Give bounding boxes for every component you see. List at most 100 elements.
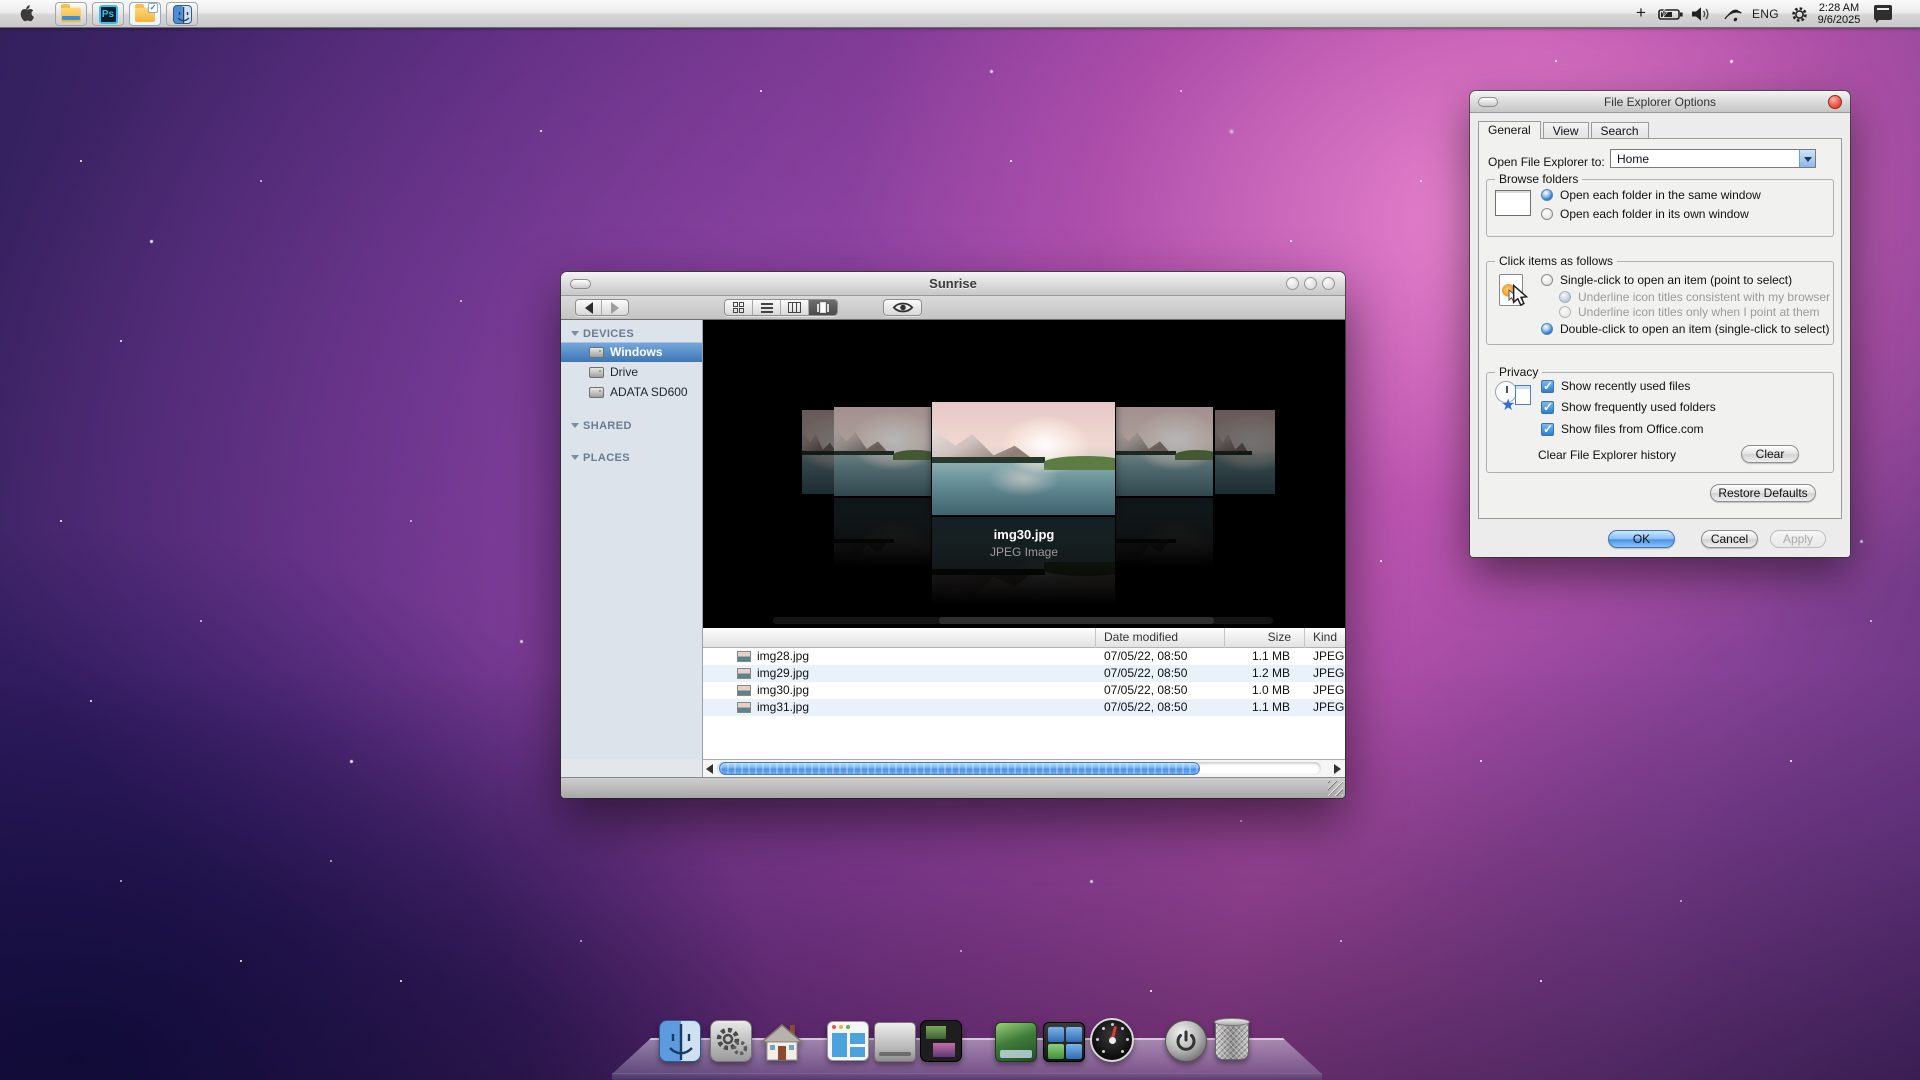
icon-view-button[interactable] [725,300,753,315]
ok-button[interactable]: OK [1608,530,1675,548]
apply-button[interactable]: Apply [1770,530,1826,548]
settings-gear-icon[interactable] [1790,5,1809,29]
coverflow-view-button[interactable] [809,300,837,315]
sidebar-item-label: ADATA SD600 [610,385,688,399]
sidebar-item-drive[interactable]: Drive [561,362,702,382]
dock-media-gallery-icon[interactable] [920,1020,962,1062]
back-button[interactable] [576,300,602,315]
finder-titlebar[interactable]: Sunrise [561,272,1345,296]
coverflow-file-kind: JPEG Image [703,545,1345,559]
sidebar-item-windows[interactable]: Windows [561,342,702,362]
column-header-kind[interactable]: Kind [1305,628,1345,648]
cancel-button[interactable]: Cancel [1701,530,1758,548]
dock-hard-drive-icon[interactable] [874,1022,916,1062]
checkbox-checked-icon[interactable] [1541,423,1554,436]
taskbar-photoshop-button[interactable]: Ps [92,2,124,26]
wifi-icon[interactable] [1722,7,1745,27]
taskbar-explorer-window-button[interactable]: ✓ [129,2,161,26]
notification-icon[interactable] [1874,5,1892,20]
file-name: img29.jpg [757,665,809,682]
plus-icon[interactable]: + [1636,3,1646,23]
file-row-img30[interactable]: img30.jpg 07/05/22, 08:50 1.0 MB JPEG [703,682,1345,699]
dock-dashboard-gauge-icon[interactable] [1090,1018,1134,1062]
dialog-titlebar[interactable]: File Explorer Options [1470,91,1850,113]
option-label: Underline icon titles only when I point … [1578,305,1819,319]
option-double-click[interactable]: Double-click to open an item (single-cli… [1541,322,1829,336]
file-name: img30.jpg [757,682,809,699]
clear-button[interactable]: Clear [1741,445,1799,463]
column-view-button[interactable] [781,300,809,315]
sidebar-section-places[interactable]: PLACES [571,452,702,464]
column-header-date-modified[interactable]: Date modified [1096,628,1225,648]
option-same-window[interactable]: Open each folder in the same window [1541,188,1761,202]
dock-app-tiles-icon[interactable] [1043,1022,1085,1062]
dock-home-icon[interactable] [760,1022,804,1067]
sidebar-section-shared[interactable]: SHARED [571,420,702,432]
scroll-right-arrow[interactable] [1334,764,1341,774]
checkbox-checked-icon[interactable] [1541,380,1554,393]
tab-general[interactable]: General [1478,121,1541,139]
forward-button[interactable] [602,300,628,315]
coverflow-item-left[interactable] [834,407,931,496]
resize-grip[interactable] [1328,781,1343,796]
taskbar-file-explorer-button[interactable] [55,2,87,26]
navigation-buttons [575,299,629,316]
checkbox-checked-icon[interactable] [1541,401,1554,414]
dock-power-icon[interactable] [1165,1020,1207,1062]
column-header-name[interactable] [703,628,1096,648]
column-header-size[interactable]: Size [1225,628,1305,648]
coverflow-item-far-right[interactable] [1215,410,1275,494]
dock-window-manager-icon[interactable] [827,1021,869,1061]
sidebar-item-adata-sd600[interactable]: ADATA SD600 [561,382,702,402]
file-row-img31[interactable]: img31.jpg 07/05/22, 08:50 1.1 MB JPEG [703,699,1345,716]
quick-look-button[interactable] [883,299,922,316]
zoom-button[interactable] [1322,277,1335,290]
dialog-title: File Explorer Options [1470,95,1850,109]
coverflow-scrollbar[interactable] [773,617,1273,624]
file-row-img28[interactable]: img28.jpg 07/05/22, 08:50 1.1 MB JPEG [703,648,1345,665]
volume-icon[interactable] [1690,6,1712,27]
restore-defaults-button[interactable]: Restore Defaults [1710,484,1816,502]
coverflow-area[interactable]: img30.jpg JPEG Image [703,320,1345,628]
file-size: 1.2 MB [1205,665,1290,682]
radio-selected-icon[interactable] [1541,323,1553,335]
radio-icon[interactable] [1541,274,1553,286]
coverflow-item-right[interactable] [1116,407,1213,496]
clock[interactable]: 2:28 AM 9/6/2025 [1808,2,1870,26]
scrollbar-thumb[interactable] [719,762,1200,775]
horizontal-scrollbar[interactable] [703,759,1345,777]
language-indicator[interactable]: ENG [1752,7,1779,21]
dock-trash-icon[interactable] [1215,1020,1249,1060]
coverflow-scrollbar-thumb[interactable] [939,617,1214,624]
file-row-img29[interactable]: img29.jpg 07/05/22, 08:50 1.2 MB JPEG [703,665,1345,682]
radio-selected-icon[interactable] [1541,189,1553,201]
checkbox-label: Show frequently used folders [1561,400,1716,414]
scroll-left-arrow[interactable] [706,764,713,774]
tab-search[interactable]: Search [1591,122,1649,138]
battery-icon[interactable] [1658,7,1684,26]
checkbox-show-frequent[interactable]: Show frequently used folders [1541,400,1716,414]
checkbox-show-office[interactable]: Show files from Office.com [1541,422,1704,436]
minimize-button[interactable] [1304,277,1317,290]
dropdown-arrow-icon[interactable] [1799,150,1815,167]
dialog-close-button[interactable] [1828,95,1842,109]
dock-desktop-nature-icon[interactable] [995,1022,1037,1062]
option-own-window[interactable]: Open each folder in its own window [1541,207,1749,221]
disclosure-triangle-icon [571,455,579,464]
finder-toolbar [561,296,1345,320]
coverflow-file-name: img30.jpg [703,527,1345,542]
dock-system-preferences-icon[interactable] [710,1020,752,1062]
apple-menu[interactable] [16,5,36,23]
list-view-button[interactable] [753,300,781,315]
tab-view[interactable]: View [1543,122,1589,138]
radio-icon[interactable] [1541,208,1553,220]
taskbar-finder-button[interactable] [166,2,198,26]
option-single-click[interactable]: Single-click to open an item (point to s… [1541,273,1792,287]
open-to-dropdown[interactable]: Home [1610,149,1816,168]
close-button[interactable] [1286,277,1299,290]
sidebar-item-label: Windows [610,345,663,359]
coverflow-item-selected[interactable] [932,402,1115,515]
sidebar-section-devices[interactable]: DEVICES [571,328,702,340]
dock-finder-icon[interactable] [659,1020,701,1062]
checkbox-show-recent[interactable]: Show recently used files [1541,379,1690,393]
